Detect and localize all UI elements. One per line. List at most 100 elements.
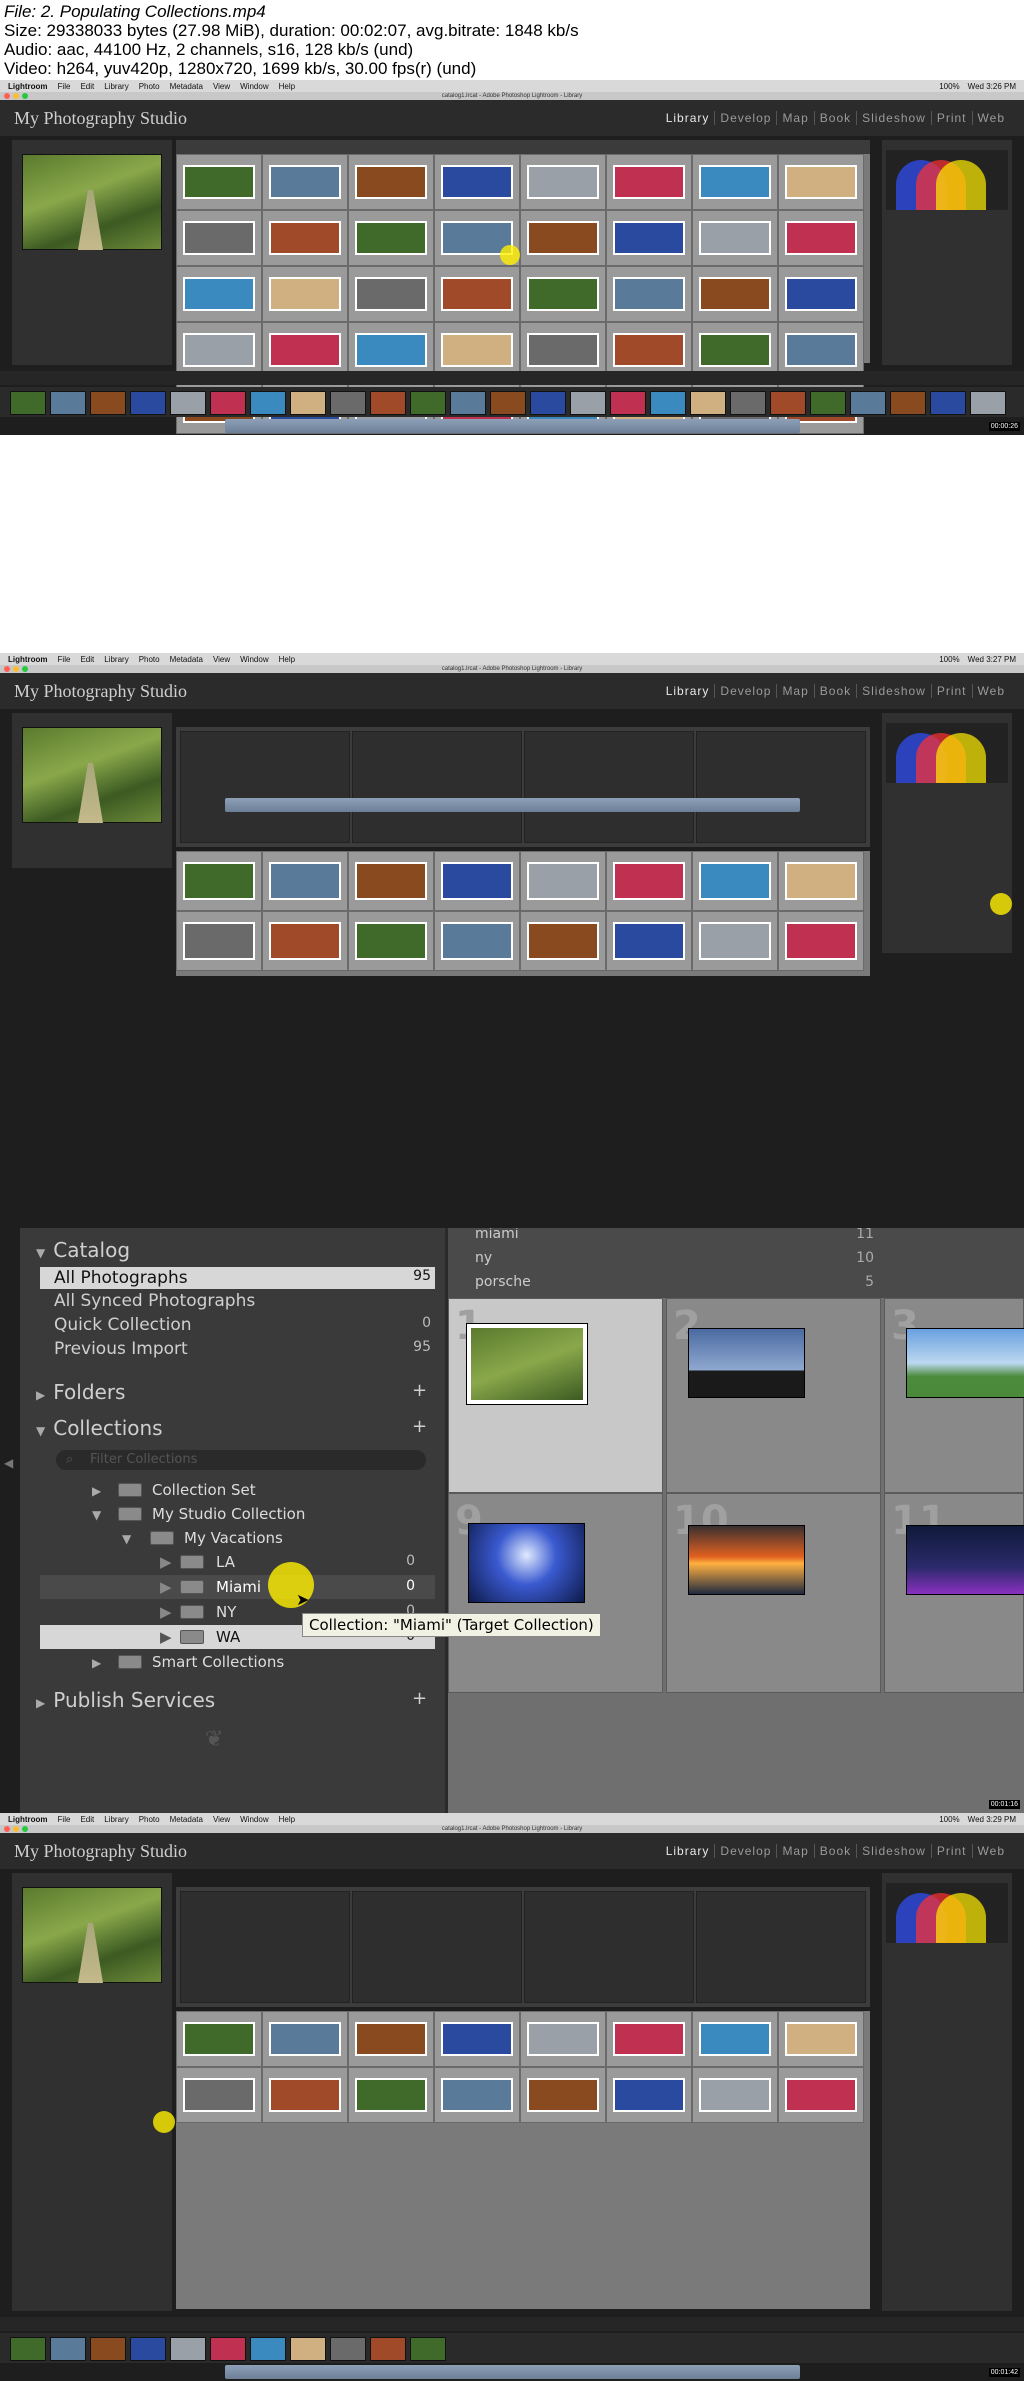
grid-cell[interactable]	[262, 210, 348, 266]
photo-thumbnail[interactable]	[183, 277, 255, 311]
photo-thumbnail[interactable]	[699, 862, 771, 900]
module-web[interactable]: Web	[973, 111, 1010, 125]
collapse-left-icon[interactable]: ◀	[4, 1456, 13, 1470]
photo-thumbnail[interactable]	[269, 221, 341, 255]
menu-edit[interactable]: Edit	[80, 82, 94, 91]
photo-thumbnail[interactable]	[269, 333, 341, 367]
grid-cell[interactable]	[176, 2067, 262, 2123]
grid-cell[interactable]: 11	[884, 1493, 1024, 1693]
photo-thumbnail[interactable]	[785, 2022, 857, 2056]
photo-thumbnail[interactable]	[469, 1524, 584, 1602]
filmstrip-thumbnail[interactable]	[170, 391, 206, 415]
filmstrip-thumbnail[interactable]	[330, 2337, 366, 2361]
navigator-preview[interactable]	[22, 727, 162, 823]
photo-thumbnail[interactable]	[699, 2078, 771, 2112]
metadata-column[interactable]	[524, 1891, 694, 2003]
menu-window[interactable]: Window	[240, 1815, 268, 1824]
filmstrip-thumbnail[interactable]	[970, 391, 1006, 415]
grid-cell[interactable]	[692, 210, 778, 266]
module-web[interactable]: Web	[973, 684, 1010, 698]
grid-cell[interactable]	[262, 322, 348, 378]
filmstrip-thumbnail[interactable]	[170, 2337, 206, 2361]
grid-cell[interactable]: 3	[884, 1298, 1024, 1493]
catalog-item-previous-import[interactable]: Previous Import	[54, 1339, 188, 1359]
filmstrip-thumbnail[interactable]	[370, 391, 406, 415]
keyword-ny[interactable]: ny	[475, 1250, 492, 1266]
metadata-column[interactable]	[180, 731, 350, 843]
menu-library[interactable]: Library	[104, 1815, 128, 1824]
photo-thumbnail[interactable]	[441, 165, 513, 199]
filmstrip-thumbnail[interactable]	[690, 391, 726, 415]
publish-services-header[interactable]: ▶ Publish Services	[36, 1688, 215, 1712]
photo-thumbnail[interactable]	[785, 2078, 857, 2112]
grid-cell[interactable]	[176, 266, 262, 322]
close-icon[interactable]	[4, 1826, 10, 1832]
filmstrip-thumbnail[interactable]	[250, 391, 286, 415]
grid-cell[interactable]	[606, 911, 692, 971]
grid-cell[interactable]	[520, 911, 606, 971]
menu-metadata[interactable]: Metadata	[170, 82, 203, 91]
smart-collections-toggle[interactable]: ▶	[92, 1653, 109, 1671]
grid-cell[interactable]	[520, 154, 606, 210]
filmstrip-thumbnail[interactable]	[930, 391, 966, 415]
minimize-icon[interactable]	[13, 1826, 19, 1832]
photo-thumbnail[interactable]	[907, 1526, 1024, 1594]
filmstrip-thumbnail[interactable]	[290, 2337, 326, 2361]
add-folder-icon[interactable]: +	[412, 1380, 427, 1401]
grid-cell[interactable]	[176, 851, 262, 911]
collection-filter-input[interactable]: Filter Collections ⌕	[56, 1450, 426, 1470]
menu-library[interactable]: Library	[104, 655, 128, 664]
filmstrip-thumbnail[interactable]	[490, 391, 526, 415]
grid-cell[interactable]	[778, 210, 864, 266]
photo-thumbnail[interactable]	[613, 2078, 685, 2112]
grid-cell[interactable]	[520, 322, 606, 378]
menu-help[interactable]: Help	[279, 82, 295, 91]
smart-collections-label[interactable]: Smart Collections	[152, 1653, 284, 1671]
photo-thumbnail[interactable]	[613, 165, 685, 199]
module-slideshow[interactable]: Slideshow	[857, 1844, 932, 1858]
module-develop[interactable]: Develop	[715, 111, 778, 125]
photo-thumbnail[interactable]	[699, 277, 771, 311]
filmstrip-thumbnail[interactable]	[250, 2337, 286, 2361]
photo-thumbnail[interactable]	[441, 2078, 513, 2112]
filmstrip-thumbnail[interactable]	[890, 391, 926, 415]
grid-cell[interactable]	[778, 322, 864, 378]
photo-thumbnail[interactable]	[613, 221, 685, 255]
chevron-right-icon[interactable]: ▶	[160, 1603, 172, 1621]
menu-edit[interactable]: Edit	[80, 1815, 94, 1824]
grid-cell[interactable]	[348, 2011, 434, 2067]
photo-thumbnail[interactable]	[441, 2022, 513, 2056]
photo-thumbnail[interactable]	[183, 165, 255, 199]
metadata-column[interactable]	[180, 1891, 350, 2003]
filmstrip-thumbnail[interactable]	[410, 391, 446, 415]
metadata-column[interactable]	[696, 731, 866, 843]
filmstrip-thumbnail[interactable]	[610, 391, 646, 415]
filmstrip-thumbnail[interactable]	[650, 391, 686, 415]
photo-thumbnail[interactable]	[269, 862, 341, 900]
grid-cell[interactable]	[262, 266, 348, 322]
menu-lightroom[interactable]: Lightroom	[8, 655, 48, 664]
photo-thumbnail[interactable]	[183, 333, 255, 367]
photo-thumbnail[interactable]	[441, 333, 513, 367]
grid-cell[interactable]	[262, 851, 348, 911]
photo-thumbnail[interactable]	[785, 277, 857, 311]
photo-thumbnail[interactable]	[527, 221, 599, 255]
grid-cell[interactable]	[606, 154, 692, 210]
module-library[interactable]: Library	[661, 111, 716, 125]
grid-cell[interactable]	[176, 911, 262, 971]
grid-cell[interactable]	[606, 851, 692, 911]
grid-cell[interactable]	[434, 266, 520, 322]
menu-view[interactable]: View	[213, 1815, 230, 1824]
module-slideshow[interactable]: Slideshow	[857, 684, 932, 698]
collection-set-label[interactable]: Collection Set	[152, 1481, 256, 1499]
grid-cell[interactable]	[606, 2067, 692, 2123]
grid-cell[interactable]	[348, 266, 434, 322]
minimize-icon[interactable]	[13, 666, 19, 672]
photo-thumbnail[interactable]	[699, 221, 771, 255]
filmstrip-thumbnail[interactable]	[450, 391, 486, 415]
photo-thumbnail[interactable]	[785, 165, 857, 199]
module-book[interactable]: Book	[815, 684, 858, 698]
photo-thumbnail[interactable]	[785, 862, 857, 900]
module-map[interactable]: Map	[777, 1844, 815, 1858]
filmstrip-thumbnail[interactable]	[410, 2337, 446, 2361]
